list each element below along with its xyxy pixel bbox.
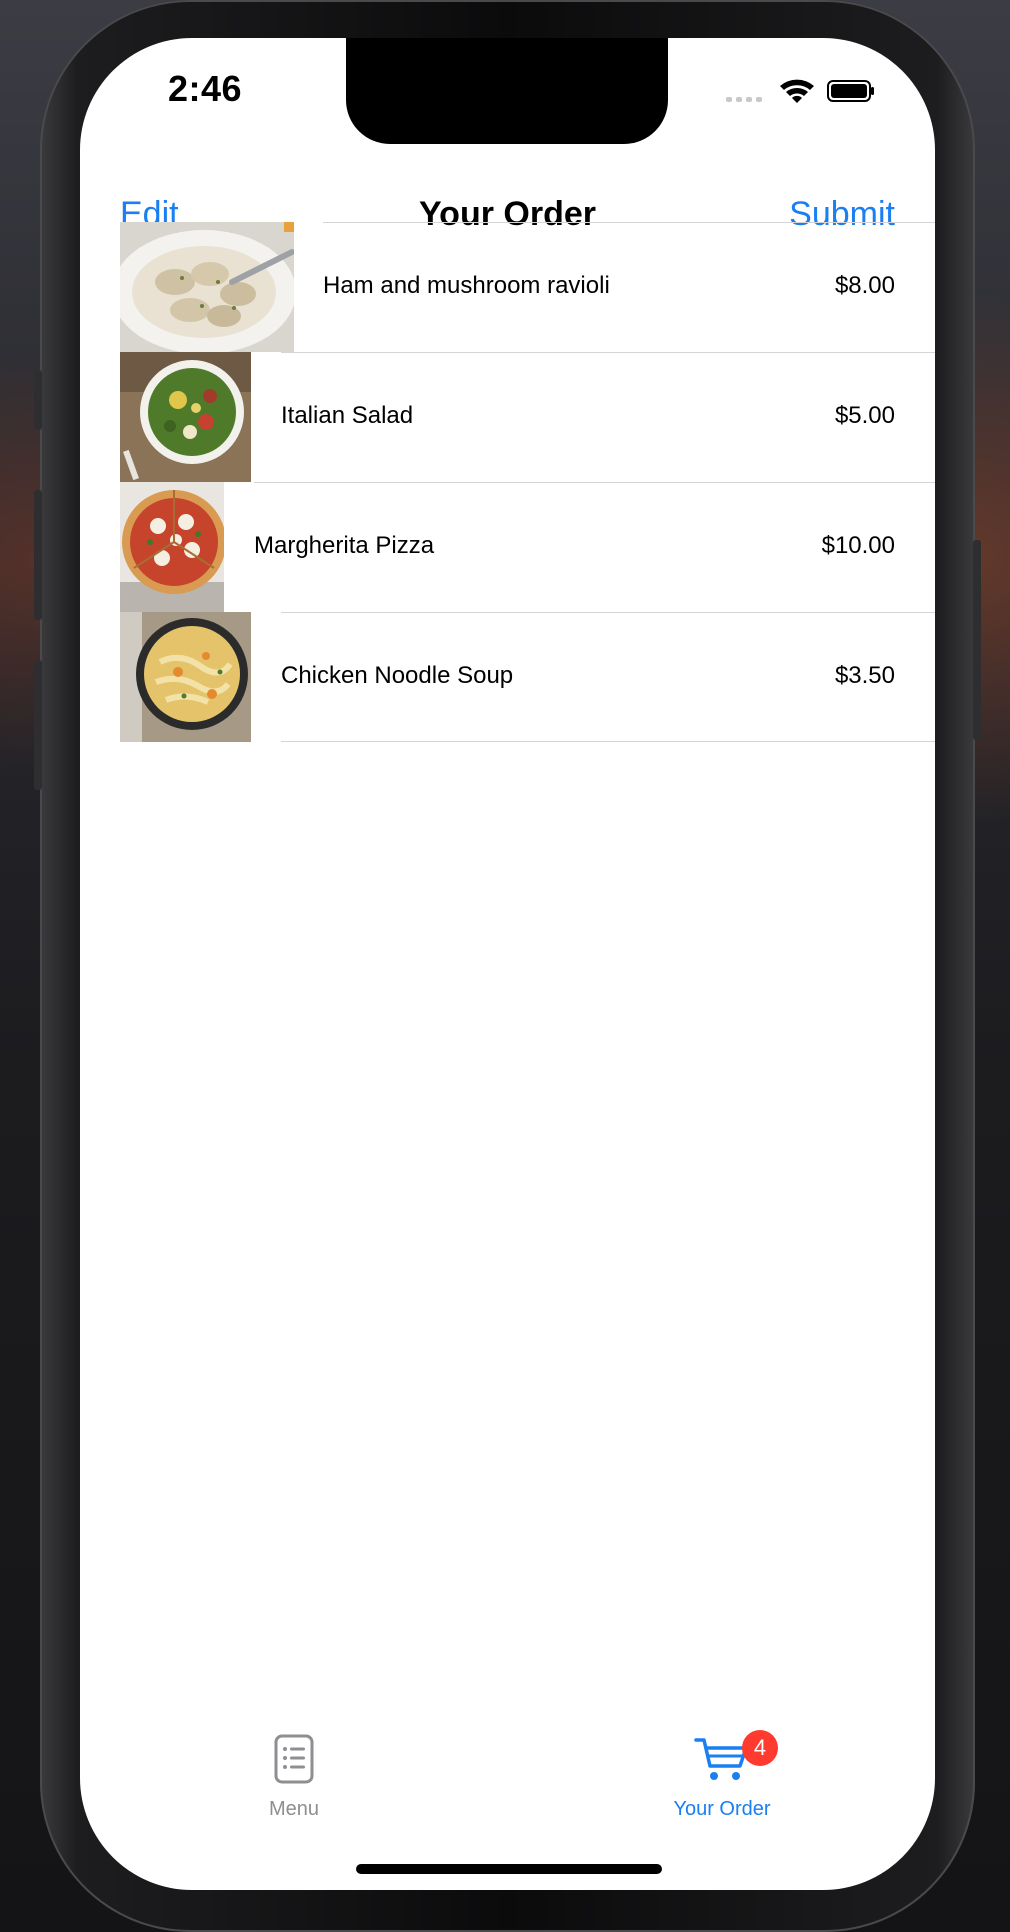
- menu-list-icon: [274, 1734, 314, 1784]
- ravioli-image: [120, 222, 294, 352]
- camera-notch: [346, 38, 668, 144]
- row-separator: [281, 741, 935, 742]
- status-time: 2:46: [168, 68, 243, 109]
- item-name: Chicken Noodle Soup: [281, 662, 514, 689]
- margherita-pizza-image: [120, 482, 224, 612]
- cellular-signal-icon: [726, 79, 874, 103]
- volume-up-button: [34, 490, 42, 620]
- mute-switch: [34, 370, 42, 430]
- navigation-bar: Your Order Edit Submit: [80, 150, 935, 233]
- row-separator: [281, 612, 935, 613]
- chicken-noodle-soup-image: [120, 612, 251, 742]
- cart-icon: [694, 1738, 748, 1780]
- item-price: $5.00: [834, 402, 895, 429]
- status-icons: [726, 74, 876, 108]
- row-separator: [254, 482, 935, 483]
- item-name: Italian Salad: [281, 402, 414, 429]
- cart-count-badge: 4: [742, 1730, 778, 1766]
- order-list: Ham and mushroom ravioli $8.00 Italian S…: [80, 222, 935, 742]
- order-item-row[interactable]: Ham and mushroom ravioli $8.00: [80, 222, 935, 352]
- item-price: $10.00: [821, 532, 895, 559]
- tab-bar: Menu 4 Your Order: [80, 1728, 935, 1838]
- volume-down-button: [34, 660, 42, 790]
- app-screen: 2:46 Your Order Edit Submit Ham and mush…: [80, 38, 935, 1890]
- power-button: [973, 540, 981, 740]
- item-price: $3.50: [834, 662, 895, 689]
- order-item-row[interactable]: Italian Salad $5.00: [80, 352, 935, 482]
- battery-icon: [827, 80, 874, 102]
- italian-salad-image: [120, 352, 251, 482]
- item-name: Margherita Pizza: [254, 532, 435, 559]
- order-item-row[interactable]: Margherita Pizza $10.00: [80, 482, 935, 612]
- row-separator: [323, 222, 935, 223]
- order-item-row[interactable]: Chicken Noodle Soup $3.50: [80, 612, 935, 742]
- tab-your-order-label: Your Order: [673, 1798, 771, 1820]
- row-separator: [281, 352, 935, 353]
- item-name: Ham and mushroom ravioli: [323, 272, 610, 299]
- tab-menu-label: Menu: [268, 1798, 320, 1820]
- home-indicator: [356, 1864, 662, 1874]
- tab-menu[interactable]: Menu: [194, 1728, 394, 1828]
- tab-your-order[interactable]: 4 Your Order: [622, 1728, 822, 1828]
- item-price: $8.00: [834, 272, 895, 299]
- wifi-icon: [780, 79, 814, 103]
